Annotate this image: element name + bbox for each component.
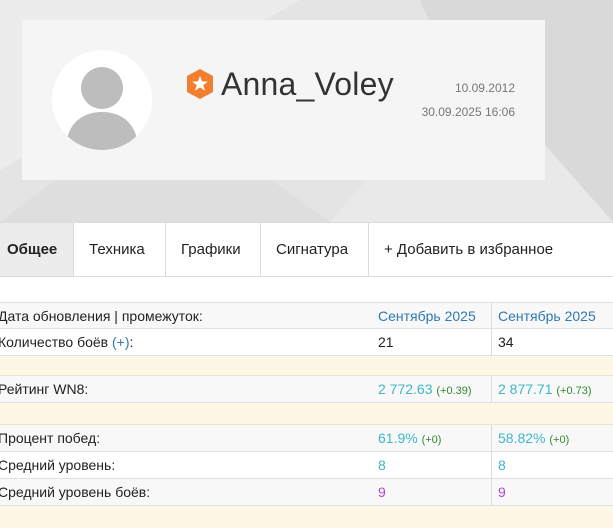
last-update-timestamp: 30.09.2025 16:06 [421, 105, 515, 119]
wn8-delta-2: (+0.73) [556, 385, 592, 397]
battles-label-colon: : [129, 334, 134, 350]
update-period-label: Дата обновления | промежуток: [0, 308, 203, 324]
column-divider [491, 303, 492, 330]
avg-tier-label: Средний уровень: [0, 457, 116, 473]
battles-value-2: 34 [498, 334, 514, 350]
period-2-link[interactable]: Сентябрь 2025 [498, 303, 596, 329]
wn8-value-2: 2 877.71 (+0.73) [498, 376, 592, 404]
battles-plus-link[interactable]: (+) [112, 334, 130, 350]
table-row-wn8: Рейтинг WN8: 2 772.63 (+0.39) 2 877.71 (… [0, 376, 613, 403]
table-row-update-period: Дата обновления | промежуток: Сентябрь 2… [0, 302, 613, 330]
avg-tier-value-2: 8 [498, 457, 506, 473]
username: Anna_Voley [221, 66, 394, 102]
avg-battle-tier-label: Средний уровень боёв: [0, 484, 151, 500]
battles-label-text: Количество боёв [0, 334, 109, 350]
tab-vehicles[interactable]: Техника [74, 223, 166, 276]
battles-value-1: 21 [378, 334, 394, 350]
wn8-delta-1: (+0.39) [436, 385, 472, 397]
winrate-value-2-number: 58.82% [498, 430, 546, 446]
period-1-link[interactable]: Сентябрь 2025 [378, 303, 476, 329]
tab-signature[interactable]: Сигнатура [261, 223, 369, 276]
avg-tier-value-1: 8 [378, 457, 386, 473]
column-divider [491, 376, 492, 403]
wn8-value-2-number: 2 877.71 [498, 381, 553, 397]
user-placeholder-icon [66, 67, 138, 150]
column-divider [491, 479, 492, 506]
table-row-winrate: Процент побед: 61.9% (+0) 58.82% (+0) [0, 425, 613, 452]
column-divider [491, 452, 492, 479]
table-spacer [0, 356, 613, 376]
table-row-avg-tier: Средний уровень: 8 8 [0, 452, 613, 479]
tab-general[interactable]: Общее [0, 223, 74, 276]
clan-role-badge-icon [187, 69, 213, 99]
table-spacer [0, 506, 613, 528]
winrate-label: Процент побед: [0, 430, 101, 446]
winrate-delta-1: (+0) [421, 434, 442, 446]
wn8-label: Рейтинг WN8: [0, 381, 89, 397]
table-row-battles: Количество боёв (+): 21 34 [0, 329, 613, 356]
winrate-value-1-number: 61.9% [378, 430, 418, 446]
avatar [52, 50, 152, 150]
account-created-date: 10.09.2012 [454, 81, 515, 95]
table-row-avg-battle-tier: Средний уровень боёв: 9 9 [0, 479, 613, 506]
add-to-favorites-button[interactable]: + Добавить в избранное [369, 223, 568, 276]
wn8-value-1: 2 772.63 (+0.39) [378, 376, 472, 404]
table-spacer [0, 403, 613, 425]
winrate-value-2: 58.82% (+0) [498, 425, 569, 453]
profile-card: Anna_Voley 10.09.2012 30.09.2025 16:06 [22, 20, 545, 180]
profile-tabs: Общее Техника Графики Сигнатура + Добави… [0, 222, 613, 277]
battles-label: Количество боёв (+): [0, 329, 133, 355]
winrate-delta-2: (+0) [549, 434, 570, 446]
avg-battle-tier-value-1: 9 [378, 484, 386, 500]
winrate-value-1: 61.9% (+0) [378, 425, 441, 453]
wn8-value-1-number: 2 772.63 [378, 381, 433, 397]
column-divider [491, 329, 492, 356]
tab-charts[interactable]: Графики [166, 223, 261, 276]
column-divider [491, 425, 492, 452]
avg-battle-tier-value-2: 9 [498, 484, 506, 500]
